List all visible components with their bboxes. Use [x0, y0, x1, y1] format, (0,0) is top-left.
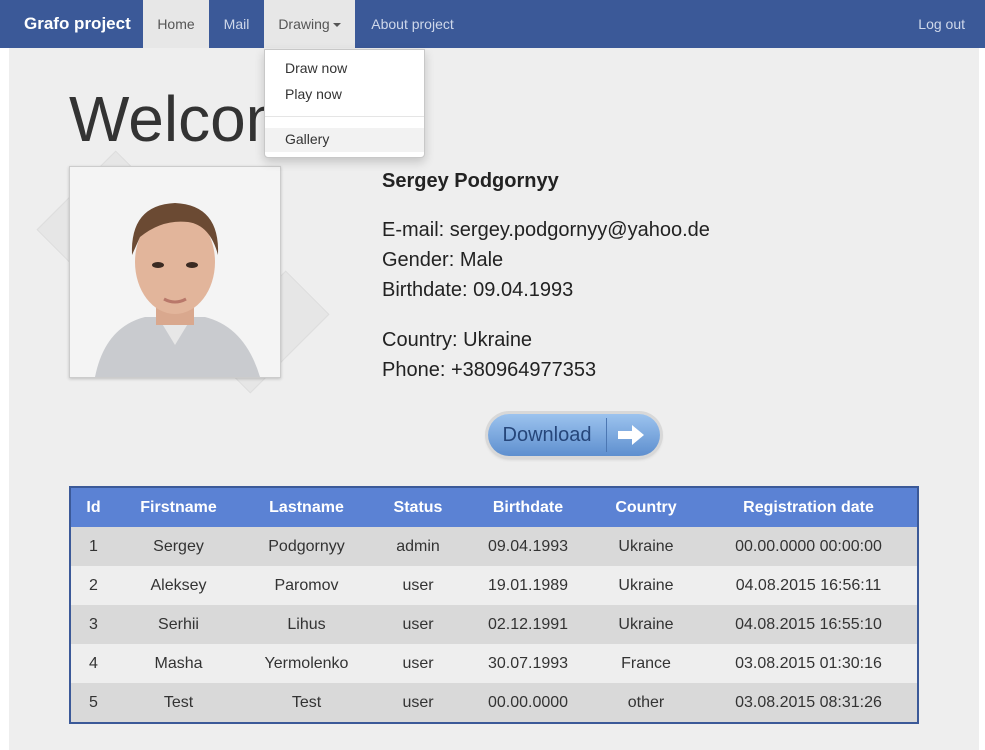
- table-row[interactable]: 1 Sergey Podgornyy admin 09.04.1993 Ukra…: [70, 527, 918, 566]
- cell-registration-date: 04.08.2015 16:55:10: [700, 605, 918, 644]
- column-header-lastname[interactable]: Lastname: [241, 487, 372, 527]
- column-header-id[interactable]: Id: [70, 487, 116, 527]
- table-row[interactable]: 3 Serhii Lihus user 02.12.1991 Ukraine 0…: [70, 605, 918, 644]
- profile-photo: [69, 166, 281, 378]
- cell-status: user: [372, 605, 464, 644]
- profile-gender: Gender: Male: [382, 249, 504, 271]
- users-table: Id Firstname Lastname Status Birthdate C…: [69, 486, 919, 724]
- cell-firstname: Masha: [116, 644, 241, 683]
- cell-firstname: Aleksey: [116, 566, 241, 605]
- column-header-registration-date[interactable]: Registration date: [700, 487, 918, 527]
- cell-id: 5: [70, 683, 116, 723]
- cell-registration-date: 00.00.0000 00:00:00: [700, 527, 918, 566]
- table-row[interactable]: 4 Masha Yermolenko user 30.07.1993 Franc…: [70, 644, 918, 683]
- cell-lastname: Podgornyy: [241, 527, 372, 566]
- cell-country: France: [592, 644, 700, 683]
- column-header-country[interactable]: Country: [592, 487, 700, 527]
- arrow-right-icon: [618, 425, 644, 445]
- menu-item-play-now[interactable]: Play now: [285, 86, 342, 102]
- table-row[interactable]: 2 Aleksey Paromov user 19.01.1989 Ukrain…: [70, 566, 918, 605]
- nav-home[interactable]: Home: [143, 0, 209, 48]
- nav-drawing-label: Drawing: [278, 16, 330, 32]
- cell-lastname: Yermolenko: [241, 644, 372, 683]
- cell-status: user: [372, 644, 464, 683]
- profile-name: Sergey Podgornyy: [382, 170, 559, 192]
- cell-birthdate: 00.00.0000: [464, 683, 592, 723]
- cell-id: 3: [70, 605, 116, 644]
- cell-firstname: Serhii: [116, 605, 241, 644]
- profile-country: Country: Ukraine: [382, 329, 533, 351]
- cell-lastname: Paromov: [241, 566, 372, 605]
- cell-id: 1: [70, 527, 116, 566]
- download-label: Download: [502, 424, 592, 446]
- cell-lastname: Test: [241, 683, 372, 723]
- profile-birthdate: Birthdate: 09.04.1993: [382, 279, 574, 301]
- cell-status: user: [372, 683, 464, 723]
- cell-registration-date: 04.08.2015 16:56:11: [700, 566, 918, 605]
- nav-about-project[interactable]: About project: [355, 0, 470, 48]
- cell-id: 2: [70, 566, 116, 605]
- column-header-firstname[interactable]: Firstname: [116, 487, 241, 527]
- cell-lastname: Lihus: [241, 605, 372, 644]
- cell-country: Ukraine: [592, 605, 700, 644]
- profile-email: E-mail: sergey.podgornyy@yahoo.de: [382, 219, 710, 241]
- menu-divider: [265, 116, 424, 117]
- cell-birthdate: 19.01.1989: [464, 566, 592, 605]
- cell-birthdate: 09.04.1993: [464, 527, 592, 566]
- avatar-image: [70, 167, 280, 377]
- cell-registration-date: 03.08.2015 08:31:26: [700, 683, 918, 723]
- cell-firstname: Test: [116, 683, 241, 723]
- profile-phone: Phone: +380964977353: [382, 359, 597, 381]
- table-row[interactable]: 5 Test Test user 00.00.0000 other 03.08.…: [70, 683, 918, 723]
- cell-country: Ukraine: [592, 527, 700, 566]
- cell-registration-date: 03.08.2015 01:30:16: [700, 644, 918, 683]
- download-button[interactable]: Download: [488, 414, 660, 456]
- profile-photo-frame: [36, 150, 330, 394]
- cell-id: 4: [70, 644, 116, 683]
- navbar: Grafo project Home Mail Drawing About pr…: [0, 0, 985, 48]
- button-separator: [606, 418, 607, 452]
- cell-birthdate: 02.12.1991: [464, 605, 592, 644]
- nav-drawing-dropdown[interactable]: Drawing: [264, 0, 355, 48]
- brand-link[interactable]: Grafo project: [24, 0, 131, 48]
- cell-country: other: [592, 683, 700, 723]
- menu-item-gallery[interactable]: Gallery: [285, 131, 329, 147]
- cell-birthdate: 30.07.1993: [464, 644, 592, 683]
- menu-item-draw-now[interactable]: Draw now: [285, 60, 347, 76]
- cell-status: admin: [372, 527, 464, 566]
- column-header-status[interactable]: Status: [372, 487, 464, 527]
- drawing-dropdown-menu: Draw now Play now Gallery: [264, 49, 425, 158]
- caret-down-icon: [332, 23, 341, 28]
- cell-firstname: Sergey: [116, 527, 241, 566]
- cell-status: user: [372, 566, 464, 605]
- column-header-birthdate[interactable]: Birthdate: [464, 487, 592, 527]
- logout-link[interactable]: Log out: [918, 0, 965, 48]
- nav-mail[interactable]: Mail: [209, 0, 264, 48]
- table-header-row: Id Firstname Lastname Status Birthdate C…: [70, 487, 918, 527]
- cell-country: Ukraine: [592, 566, 700, 605]
